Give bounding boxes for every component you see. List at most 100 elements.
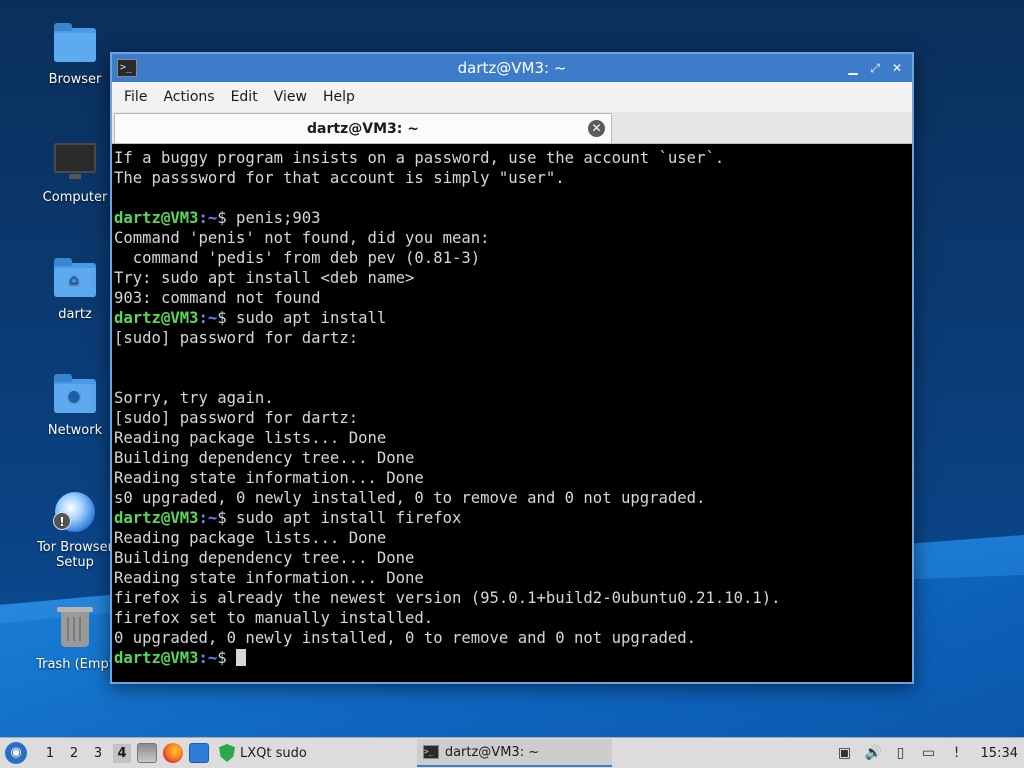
prompt-path: :~ bbox=[198, 309, 218, 327]
menu-actions[interactable]: Actions bbox=[155, 85, 222, 109]
clipboard-icon[interactable]: ▣ bbox=[837, 745, 853, 761]
shield-icon[interactable] bbox=[219, 744, 235, 762]
system-tray: ▣ 🔊 ▯ ▭ ! 15:34 bbox=[837, 745, 1024, 761]
terminal-output-line: Reading package lists... Done bbox=[114, 528, 910, 548]
desktop-icon-label: Trash (Empt bbox=[36, 657, 114, 672]
workspace-1[interactable]: 1 bbox=[41, 746, 59, 761]
terminal-prompt-line: dartz@VM3:~$ sudo apt install bbox=[114, 308, 910, 328]
terminal-text: Reading state information... Done bbox=[114, 469, 424, 487]
terminal-text: penis;903 bbox=[226, 209, 321, 227]
desktop-icon-label: Network bbox=[47, 423, 103, 438]
minimize-button[interactable]: ▁ bbox=[846, 61, 860, 75]
terminal-text: [sudo] password for dartz: bbox=[114, 329, 359, 347]
tab-close-icon[interactable]: ✕ bbox=[588, 120, 605, 137]
workspace-2[interactable]: 2 bbox=[65, 746, 83, 761]
terminal-output-line: Reading state information... Done bbox=[114, 468, 910, 488]
tor-browser-icon: ! bbox=[53, 490, 97, 534]
terminal-text: [sudo] password for dartz: bbox=[114, 409, 359, 427]
prompt-symbol: $ bbox=[217, 309, 227, 327]
clock[interactable]: 15:34 bbox=[981, 746, 1018, 761]
maximize-button[interactable]: ⤢ bbox=[868, 61, 882, 75]
terminal-output-line: [sudo] password for dartz: bbox=[114, 408, 910, 428]
terminal-output-line: 0 upgraded, 0 newly installed, 0 to remo… bbox=[114, 628, 910, 648]
terminal-output-line: If a buggy program insists on a password… bbox=[114, 148, 910, 168]
menu-file[interactable]: File bbox=[116, 85, 155, 109]
trash-icon bbox=[53, 607, 97, 651]
terminal-output-line: Building dependency tree... Done bbox=[114, 548, 910, 568]
desktop-icon-label: dartz bbox=[58, 307, 92, 322]
terminal-text: Sorry, try again. bbox=[114, 389, 274, 407]
window-title: dartz@VM3: ~ bbox=[457, 59, 567, 77]
terminal-text: Command 'penis' not found, did you mean: bbox=[114, 229, 490, 247]
terminal-output-line: [sudo] password for dartz: bbox=[114, 328, 910, 348]
prompt-user: dartz@VM3 bbox=[114, 209, 199, 227]
terminal-output-line: 903: command not found bbox=[114, 288, 910, 308]
terminal-text: sudo apt install bbox=[226, 309, 387, 327]
window-titlebar[interactable]: >_ dartz@VM3: ~ ▁ ⤢ ✕ bbox=[112, 54, 912, 82]
terminal-text: Building dependency tree... Done bbox=[114, 449, 415, 467]
close-button[interactable]: ✕ bbox=[890, 61, 904, 75]
task-button-terminal[interactable]: >_ dartz@VM3: ~ bbox=[416, 739, 612, 767]
taskbar: ◉ 1 2 3 4 LXQt sudo >_ dartz@VM3: ~ ▣ 🔊 … bbox=[0, 737, 1024, 768]
home-folder-icon: ⌂ bbox=[53, 257, 97, 301]
terminal-prompt-line: dartz@VM3:~$ penis;903 bbox=[114, 208, 910, 228]
terminal-prompt-line: dartz@VM3:~$ sudo apt install firefox bbox=[114, 508, 910, 528]
terminal-text: The passsword for that account is simply… bbox=[114, 169, 565, 187]
menu-help[interactable]: Help bbox=[315, 85, 363, 109]
terminal-output-line: firefox is already the newest version (9… bbox=[114, 588, 910, 608]
terminal-output-line: Reading package lists... Done bbox=[114, 428, 910, 448]
terminal-text: If a buggy program insists on a password… bbox=[114, 149, 725, 167]
volume-icon[interactable]: 🔊 bbox=[865, 745, 882, 761]
prompt-user: dartz@VM3 bbox=[114, 649, 199, 667]
terminal-output-line: Try: sudo apt install <deb name> bbox=[114, 268, 910, 288]
terminal-output-line: s0 upgraded, 0 newly installed, 0 to rem… bbox=[114, 488, 910, 508]
prompt-path: :~ bbox=[198, 509, 218, 527]
network-icon[interactable]: ▭ bbox=[921, 745, 937, 761]
terminal-text: firefox is already the newest version (9… bbox=[114, 589, 781, 607]
prompt-path: :~ bbox=[198, 209, 218, 227]
terminal-cursor bbox=[236, 649, 247, 666]
terminal-output-line: Command 'penis' not found, did you mean: bbox=[114, 228, 910, 248]
terminal-task-icon: >_ bbox=[422, 745, 439, 759]
terminal-prompt-line: dartz@VM3:~$ bbox=[114, 648, 910, 668]
workspace-3[interactable]: 3 bbox=[89, 746, 107, 761]
terminal-text: s0 upgraded, 0 newly installed, 0 to rem… bbox=[114, 489, 706, 507]
terminal-text: Reading package lists... Done bbox=[114, 429, 387, 447]
terminal-text: Try: sudo apt install <deb name> bbox=[114, 269, 415, 287]
show-desktop-icon[interactable] bbox=[189, 743, 209, 763]
battery-icon[interactable]: ▯ bbox=[893, 745, 909, 761]
lxqt-start-icon[interactable]: ◉ bbox=[5, 742, 27, 764]
lxqt-sudo-label[interactable]: LXQt sudo bbox=[240, 746, 307, 761]
prompt-user: dartz@VM3 bbox=[114, 509, 199, 527]
task-label: dartz@VM3: ~ bbox=[444, 744, 540, 760]
workspace-4[interactable]: 4 bbox=[113, 743, 131, 763]
terminal-text: 0 upgraded, 0 newly installed, 0 to remo… bbox=[114, 629, 697, 647]
terminal-text: firefox set to manually installed. bbox=[114, 609, 434, 627]
desktop-icon-label: Browser bbox=[48, 72, 102, 87]
terminal-output-line: The passsword for that account is simply… bbox=[114, 168, 910, 188]
menu-edit[interactable]: Edit bbox=[223, 85, 266, 109]
prompt-user: dartz@VM3 bbox=[114, 309, 199, 327]
terminal-window[interactable]: >_ dartz@VM3: ~ ▁ ⤢ ✕ File Actions Edit … bbox=[110, 52, 914, 684]
terminal-output-line: command 'pedis' from deb pev (0.81-3) bbox=[114, 248, 910, 268]
file-manager-icon[interactable] bbox=[137, 743, 157, 763]
tab-terminal[interactable]: dartz@VM3: ~ ✕ bbox=[114, 113, 612, 143]
firefox-icon[interactable] bbox=[163, 743, 183, 763]
tab-bar: dartz@VM3: ~ ✕ bbox=[112, 112, 912, 144]
prompt-path: :~ bbox=[198, 649, 218, 667]
tab-label: dartz@VM3: ~ bbox=[307, 120, 419, 137]
terminal-output-line: firefox set to manually installed. bbox=[114, 608, 910, 628]
terminal-app-icon[interactable]: >_ bbox=[117, 59, 137, 77]
terminal-output[interactable]: If a buggy program insists on a password… bbox=[112, 146, 912, 682]
monitor-icon bbox=[53, 140, 97, 184]
prompt-symbol: $ bbox=[217, 509, 227, 527]
desktop-icon-label: Computer bbox=[42, 190, 108, 205]
terminal-text: Building dependency tree... Done bbox=[114, 549, 415, 567]
update-notifier-icon[interactable]: ! bbox=[949, 745, 965, 761]
terminal-output-line: Sorry, try again. bbox=[114, 388, 910, 408]
terminal-text: Reading package lists... Done bbox=[114, 529, 387, 547]
menu-view[interactable]: View bbox=[266, 85, 315, 109]
